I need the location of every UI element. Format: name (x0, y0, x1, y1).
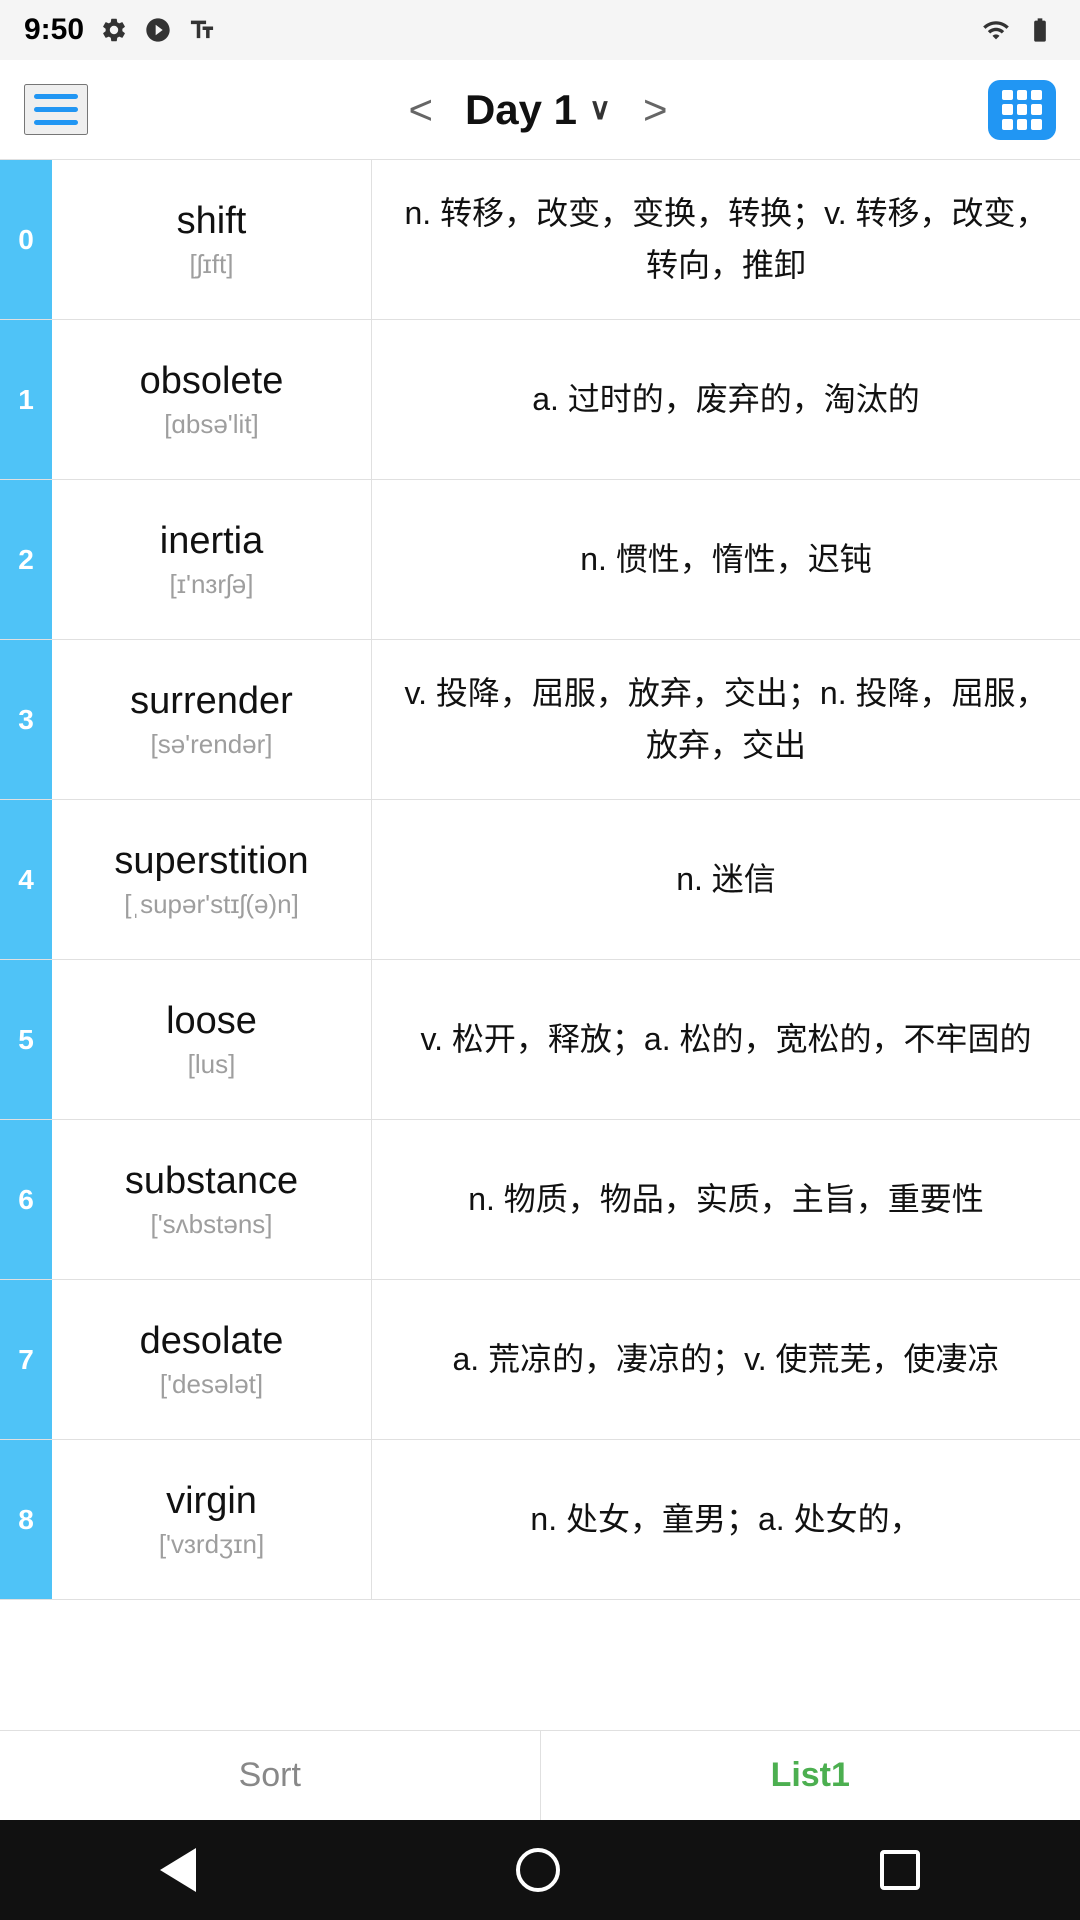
word-phonetic: [lus] (188, 1049, 236, 1080)
tab-list1[interactable]: List1 (541, 1731, 1080, 1820)
word-cell: superstition [ˌsupər'stɪʃ(ə)n] (52, 800, 372, 959)
word-text: inertia (160, 520, 264, 563)
grid-icon (1002, 90, 1042, 130)
header: < Day 1 ∨ > (0, 60, 1080, 160)
word-text: superstition (114, 840, 308, 883)
chevron-down-icon: ∨ (589, 92, 611, 127)
table-row[interactable]: 2 inertia [ɪ'nɜrʃə] n. 惯性，惰性，迟钝 (0, 480, 1080, 640)
word-phonetic: ['sʌbstəns] (150, 1209, 272, 1240)
day-navigation: < Day 1 ∨ > (408, 86, 667, 134)
table-row[interactable]: 0 shift [ʃɪft] n. 转移，改变，变换，转换；v. 转移，改变，转向，推… (0, 160, 1080, 320)
table-row[interactable]: 5 loose [lus] v. 松开，释放；a. 松的，宽松的，不牢固的 (0, 960, 1080, 1120)
word-cell: desolate ['desələt] (52, 1280, 372, 1439)
settings-icon (100, 16, 128, 44)
word-index: 1 (0, 320, 52, 479)
word-list: 0 shift [ʃɪft] n. 转移，改变，变换，转换；v. 转移，改变，转向，推… (0, 160, 1080, 1730)
word-index: 7 (0, 1280, 52, 1439)
tab-sort[interactable]: Sort (0, 1731, 541, 1820)
word-phonetic: [ˌsupər'stɪʃ(ə)n] (124, 889, 299, 920)
word-text: virgin (166, 1480, 257, 1523)
menu-button[interactable] (24, 84, 88, 135)
table-row[interactable]: 6 substance ['sʌbstəns] n. 物质，物品，实质，主旨，重要性 (0, 1120, 1080, 1280)
word-text: substance (125, 1160, 298, 1203)
word-index: 4 (0, 800, 52, 959)
day-title[interactable]: Day 1 ∨ (465, 86, 611, 134)
word-cell: surrender [sə'rendər] (52, 640, 372, 799)
word-index: 2 (0, 480, 52, 639)
table-row[interactable]: 3 surrender [sə'rendər] v. 投降，屈服，放弃，交出；n. 投… (0, 640, 1080, 800)
status-time: 9:50 (24, 13, 84, 47)
recent-icon (880, 1850, 920, 1890)
signal-icon (980, 16, 1012, 44)
recent-button[interactable] (880, 1850, 920, 1890)
back-icon (160, 1848, 196, 1892)
play-icon (144, 16, 172, 44)
word-cell: substance ['sʌbstəns] (52, 1120, 372, 1279)
table-row[interactable]: 8 virgin ['vɜrdʒɪn] n. 处女，童男；a. 处女的， (0, 1440, 1080, 1600)
word-definition: n. 转移，改变，变换，转换；v. 转移，改变，转向，推卸 (372, 160, 1080, 319)
word-cell: obsolete [ɑbsə'lit] (52, 320, 372, 479)
word-phonetic: [ʃɪft] (190, 249, 234, 280)
word-cell: shift [ʃɪft] (52, 160, 372, 319)
table-row[interactable]: 1 obsolete [ɑbsə'lit] a. 过时的，废弃的，淘汰的 (0, 320, 1080, 480)
word-text: obsolete (140, 360, 284, 403)
word-text: surrender (130, 680, 293, 723)
word-definition: a. 荒凉的，凄凉的；v. 使荒芜，使凄凉 (372, 1280, 1080, 1439)
word-phonetic: [sə'rendər] (150, 729, 272, 760)
home-icon (516, 1848, 560, 1892)
table-row[interactable]: 7 desolate ['desələt] a. 荒凉的，凄凉的；v. 使荒芜，使凄凉 (0, 1280, 1080, 1440)
next-day-button[interactable]: > (643, 89, 668, 131)
android-nav-bar (0, 1820, 1080, 1920)
table-row[interactable]: 4 superstition [ˌsupər'stɪʃ(ə)n] n. 迷信 (0, 800, 1080, 960)
word-phonetic: ['desələt] (160, 1369, 263, 1400)
word-definition: n. 物质，物品，实质，主旨，重要性 (372, 1120, 1080, 1279)
word-text: loose (166, 1000, 257, 1043)
back-button[interactable] (160, 1848, 196, 1892)
word-phonetic: [ɪ'nɜrʃə] (170, 569, 254, 600)
word-phonetic: [ɑbsə'lit] (164, 409, 259, 440)
home-button[interactable] (516, 1848, 560, 1892)
word-phonetic: ['vɜrdʒɪn] (159, 1529, 264, 1560)
word-text: desolate (140, 1320, 284, 1363)
word-text: shift (177, 200, 247, 243)
word-cell: inertia [ɪ'nɜrʃə] (52, 480, 372, 639)
word-index: 8 (0, 1440, 52, 1599)
word-definition: n. 惯性，惰性，迟钝 (372, 480, 1080, 639)
battery-icon (1024, 16, 1056, 44)
word-cell: virgin ['vɜrdʒɪn] (52, 1440, 372, 1599)
word-index: 5 (0, 960, 52, 1119)
word-index: 6 (0, 1120, 52, 1279)
prev-day-button[interactable]: < (408, 89, 433, 131)
text-icon (188, 16, 216, 44)
word-definition: v. 松开，释放；a. 松的，宽松的，不牢固的 (372, 960, 1080, 1119)
day-title-text: Day 1 (465, 86, 577, 134)
word-cell: loose [lus] (52, 960, 372, 1119)
word-index: 3 (0, 640, 52, 799)
word-index: 0 (0, 160, 52, 319)
bottom-tab-bar: Sort List1 (0, 1730, 1080, 1820)
word-definition: n. 处女，童男；a. 处女的， (372, 1440, 1080, 1599)
grid-view-button[interactable] (988, 80, 1056, 140)
word-definition: n. 迷信 (372, 800, 1080, 959)
word-definition: a. 过时的，废弃的，淘汰的 (372, 320, 1080, 479)
status-bar: 9:50 (0, 0, 1080, 60)
word-definition: v. 投降，屈服，放弃，交出；n. 投降，屈服，放弃，交出 (372, 640, 1080, 799)
